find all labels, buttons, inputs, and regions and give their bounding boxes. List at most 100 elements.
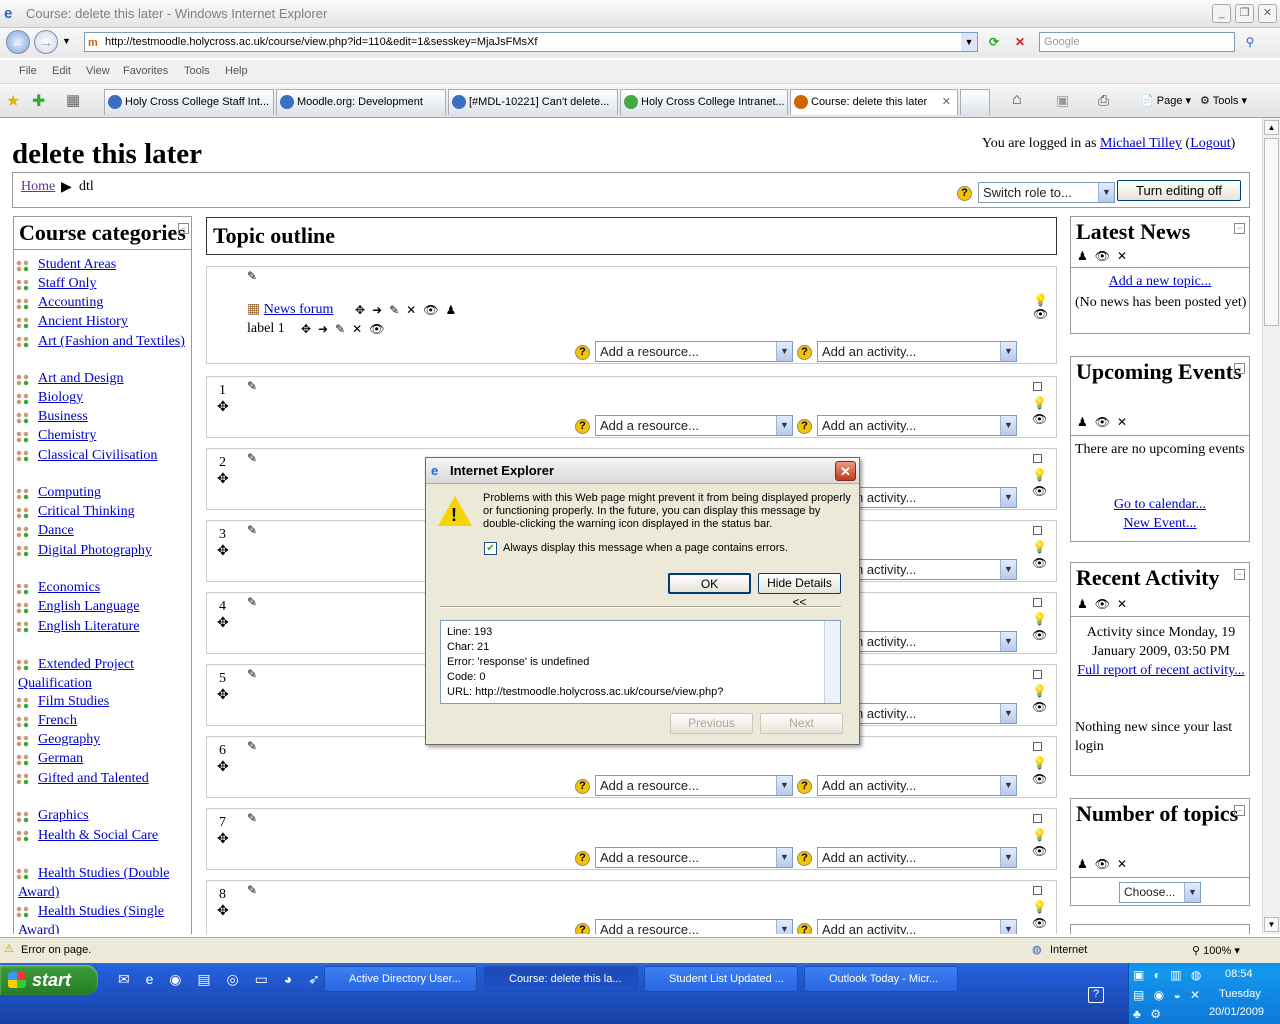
menu-edit[interactable]: Edit	[52, 65, 71, 77]
add-resource-select[interactable]: Add a resource...▼	[595, 415, 793, 436]
ok-button[interactable]: OK	[668, 573, 751, 594]
edit-summary-icon[interactable]: ✎	[247, 269, 259, 284]
collapse-icon[interactable]: −	[1234, 223, 1245, 234]
category-item[interactable]: Accounting	[14, 294, 191, 313]
topics-choose-select[interactable]: Choose... ▼	[1119, 882, 1201, 903]
scroll-down-icon[interactable]: ▼	[1264, 917, 1279, 932]
help-icon[interactable]: ?	[575, 923, 590, 934]
edit-summary-icon[interactable]: ✎	[247, 379, 259, 394]
add-activity-select[interactable]: Add an activity... ▼	[817, 919, 1017, 934]
move-section-icon[interactable]: ✥	[217, 471, 229, 488]
add-favorites-icon[interactable]: ✚	[32, 91, 45, 111]
scroll-thumb[interactable]	[1264, 138, 1279, 326]
tab-moodle-development[interactable]: Moodle.org: Development	[276, 89, 446, 115]
tab-intranet[interactable]: Holy Cross College Intranet...	[620, 89, 788, 115]
history-dropdown-icon[interactable]: ▼	[62, 36, 71, 46]
help-icon[interactable]: ?	[797, 779, 812, 794]
collapse-icon[interactable]: −	[1234, 805, 1245, 816]
category-item[interactable]: Biology	[14, 389, 191, 408]
collapse-icon[interactable]: −	[178, 223, 189, 234]
category-item[interactable]: Ancient History	[14, 313, 191, 332]
move-section-icon[interactable]: ✥	[217, 903, 229, 920]
block-edit-icons[interactable]: ♟ 👁 ✕	[1077, 597, 1129, 612]
details-scrollbar[interactable]	[824, 621, 840, 703]
category-item[interactable]: Staff Only	[14, 275, 191, 294]
start-button[interactable]: start	[0, 965, 98, 995]
menu-favorites[interactable]: Favorites	[123, 65, 168, 77]
refresh-icon[interactable]: ⟳	[984, 32, 1004, 52]
next-button[interactable]: Next	[760, 713, 843, 734]
edit-summary-icon[interactable]: ✎	[247, 739, 259, 754]
move-section-icon[interactable]: ✥	[217, 399, 229, 416]
scroll-up-icon[interactable]: ▲	[1264, 120, 1279, 135]
section-toggle-icons[interactable]: ☐ 💡 👁	[1032, 595, 1049, 643]
help-icon[interactable]: ?	[575, 419, 590, 434]
maximize-button[interactable]: ❐	[1235, 4, 1254, 23]
add-resource-select[interactable]: Add a resource...▼	[595, 341, 793, 362]
category-item[interactable]: Health & Social Care	[14, 826, 191, 864]
task-active-directory[interactable]: Active Directory User...	[324, 966, 477, 992]
category-item[interactable]: Chemistry	[14, 427, 191, 446]
zoom-level[interactable]: ⚲ 100% ▾	[1192, 944, 1240, 957]
hide-details-button[interactable]: Hide Details <<	[758, 573, 841, 609]
task-outlook-today[interactable]: Outlook Today - Micr...	[804, 966, 958, 992]
close-tab-icon[interactable]: ✕	[942, 90, 951, 114]
category-item[interactable]: Student Areas	[14, 256, 191, 275]
category-item[interactable]: Classical Civilisation	[14, 446, 191, 484]
minimize-button[interactable]: _	[1212, 4, 1231, 23]
help-icon[interactable]: ?	[797, 923, 812, 934]
label-edit-icons[interactable]: ✥ ➜ ✎ ✕ 👁	[301, 322, 386, 337]
tab-mdl-10221[interactable]: [#MDL-10221] Can't delete...	[448, 89, 618, 115]
add-activity-select[interactable]: Add an activity... ▼	[817, 341, 1017, 362]
move-section-icon[interactable]: ✥	[217, 759, 229, 776]
logout-link[interactable]: Logout	[1190, 136, 1230, 151]
section-toggle-icons[interactable]: ☐ 💡 👁	[1032, 883, 1049, 931]
page-menu[interactable]: 📄 Page ▾	[1140, 94, 1191, 107]
section-toggle-icons[interactable]: ☐ 💡 👁	[1032, 811, 1049, 859]
edit-summary-icon[interactable]: ✎	[247, 667, 259, 682]
add-resource-select[interactable]: Add a resource...▼	[595, 775, 793, 796]
section-toggle-icons[interactable]: ☐ 💡 👁	[1032, 451, 1049, 499]
category-item[interactable]: Art (Fashion and Textiles)	[14, 332, 191, 370]
block-edit-icons[interactable]: ♟ 👁 ✕	[1077, 857, 1129, 872]
new-event-link[interactable]: New Event...	[1071, 516, 1249, 532]
section-toggle-icons[interactable]: ☐ 💡 👁	[1032, 523, 1049, 571]
edit-summary-icon[interactable]: ✎	[247, 523, 259, 538]
category-item[interactable]: Digital Photography	[14, 541, 191, 579]
help-tray-icon[interactable]: ?	[1088, 987, 1104, 1003]
forward-button[interactable]: →	[34, 30, 58, 54]
user-link[interactable]: Michael Tilley	[1100, 136, 1182, 151]
section-toggle-icons[interactable]: ☐ 💡 👁	[1032, 379, 1049, 427]
add-activity-select[interactable]: Add an activity... ▼	[817, 775, 1017, 796]
add-resource-select[interactable]: Add a resource...▼	[595, 847, 793, 868]
task-student-list[interactable]: Student List Updated ...	[644, 966, 798, 992]
search-input[interactable]: Google	[1039, 32, 1235, 52]
tab-course-delete[interactable]: Course: delete this later ✕	[790, 89, 958, 115]
help-icon[interactable]: ?	[575, 345, 590, 360]
category-item[interactable]: Business	[14, 408, 191, 427]
menu-view[interactable]: View	[86, 65, 110, 77]
dialog-close-button[interactable]: ✕	[835, 461, 856, 481]
favorites-star-icon[interactable]: ★	[6, 91, 20, 111]
help-icon[interactable]: ?	[797, 345, 812, 360]
category-item[interactable]: Film Studies	[14, 693, 191, 712]
add-resource-select[interactable]: Add a resource...▼	[595, 919, 793, 934]
news-forum-item[interactable]: ▦ News forum	[247, 301, 333, 318]
news-forum-edit-icons[interactable]: ✥ ➜ ✎ ✕ 👁 ♟	[355, 303, 458, 318]
task-course-delete[interactable]: Course: delete this la...	[484, 966, 638, 992]
add-activity-select[interactable]: Add an activity... ▼	[817, 415, 1017, 436]
tab-staff-intranet[interactable]: Holy Cross College Staff Int...	[104, 89, 274, 115]
calendar-link[interactable]: Go to calendar...	[1071, 497, 1249, 513]
switch-role-select[interactable]: Switch role to... ▼	[978, 182, 1115, 203]
menu-tools[interactable]: Tools	[184, 65, 210, 77]
help-icon[interactable]: ?	[575, 851, 590, 866]
add-activity-select[interactable]: Add an activity... ▼	[817, 847, 1017, 868]
category-item[interactable]: Health Studies (Single Award)	[14, 902, 191, 934]
print-icon[interactable]: ⎙	[1098, 92, 1109, 109]
collapse-icon[interactable]: −	[1234, 363, 1245, 374]
status-text[interactable]: Error on page.	[21, 944, 91, 956]
category-item[interactable]: English Literature	[14, 617, 191, 655]
section-toggle-icons[interactable]: ☐ 💡 👁	[1032, 667, 1049, 715]
category-item[interactable]: Extended Project Qualification	[14, 655, 191, 693]
quick-launch-icons[interactable]: ✉ e ◉ ▤ ◎ ▭ ◕ ➶	[118, 971, 326, 988]
